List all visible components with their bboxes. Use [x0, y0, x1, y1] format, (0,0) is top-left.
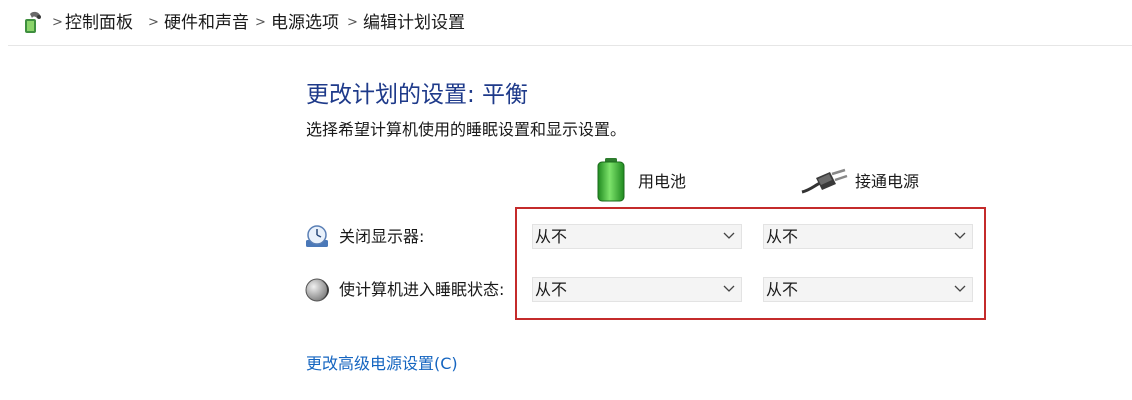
power-plug-icon — [801, 168, 848, 194]
chevron-down-icon — [954, 232, 966, 239]
chevron-down-icon — [954, 285, 966, 292]
battery-column-label: 用电池 — [638, 172, 687, 191]
address-bar: > 控制面板 > 硬件和声音 > 电源选项 > 编辑计划设置 — [8, 0, 1132, 46]
control-panel-icon — [25, 11, 41, 33]
chevron-down-icon — [723, 232, 735, 239]
display-plugged-value: 从不 — [766, 227, 799, 246]
breadcrumb-separator: > — [148, 15, 159, 30]
breadcrumb-power-options[interactable]: 电源选项 — [271, 12, 339, 34]
breadcrumb-control-panel[interactable]: 控制面板 — [65, 12, 133, 34]
breadcrumb-separator: > — [255, 15, 266, 30]
display-off-label: 关闭显示器: — [339, 227, 425, 246]
chevron-down-icon — [723, 285, 735, 292]
display-plugged-select[interactable]: 从不 — [763, 224, 973, 249]
plugged-column-label: 接通电源 — [855, 172, 920, 191]
sleep-plugged-select[interactable]: 从不 — [763, 277, 973, 302]
advanced-power-settings-link[interactable]: 更改高级电源设置(C) — [306, 353, 458, 375]
battery-icon — [597, 158, 625, 202]
sleep-battery-select[interactable]: 从不 — [532, 277, 742, 302]
edit-plan-settings-window: > 控制面板 > 硬件和声音 > 电源选项 > 编辑计划设置 更改计划的设置: … — [0, 0, 1132, 400]
sleep-battery-value: 从不 — [535, 280, 568, 299]
breadcrumb-hardware-sound[interactable]: 硬件和声音 — [164, 12, 249, 34]
breadcrumb-separator: > — [347, 15, 358, 30]
display-battery-select[interactable]: 从不 — [532, 224, 742, 249]
display-timer-icon — [306, 225, 328, 247]
sleep-plugged-value: 从不 — [766, 280, 799, 299]
sleep-moon-icon — [305, 278, 329, 302]
display-battery-value: 从不 — [535, 227, 568, 246]
breadcrumb-separator: > — [52, 15, 63, 30]
breadcrumb-edit-plan[interactable]: 编辑计划设置 — [363, 12, 465, 34]
page-title: 更改计划的设置: 平衡 — [306, 82, 529, 108]
sleep-label: 使计算机进入睡眠状态: — [339, 280, 505, 299]
page-subtitle: 选择希望计算机使用的睡眠设置和显示设置。 — [306, 120, 627, 139]
